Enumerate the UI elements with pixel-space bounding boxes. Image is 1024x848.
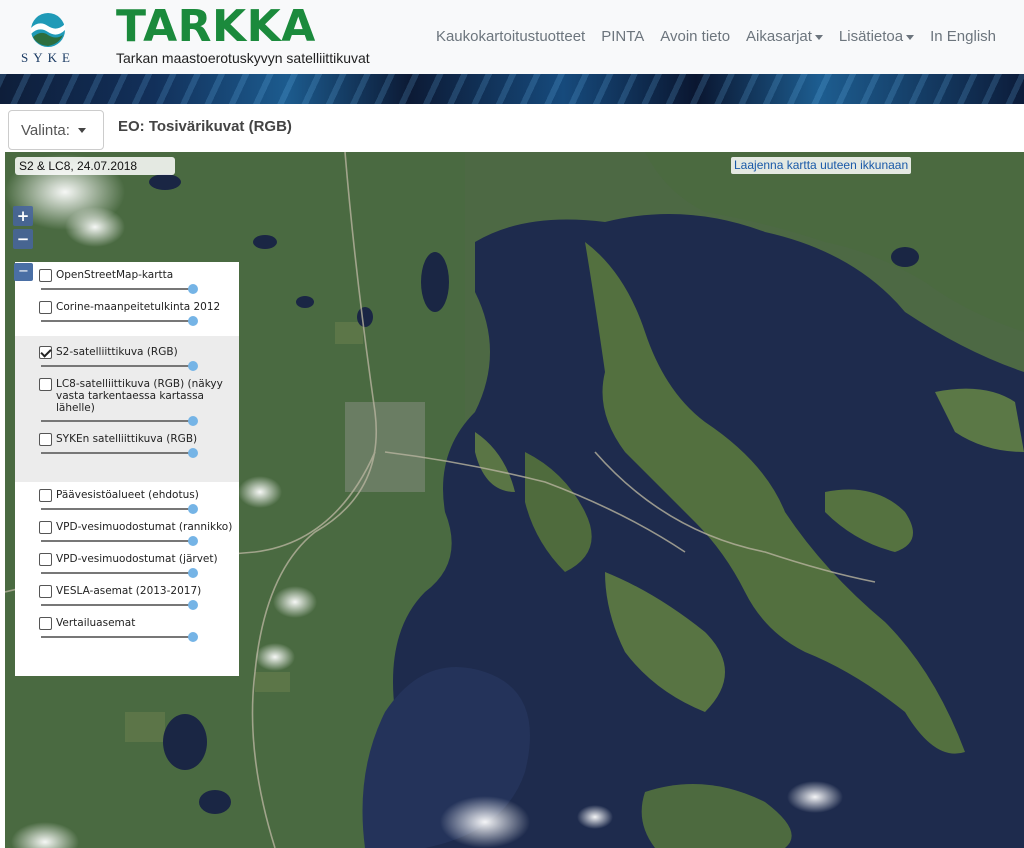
selector-bar: Valinta: EO: Tosivärikuvat (RGB) bbox=[0, 104, 1024, 152]
nav-kaukokartoitustuotteet[interactable]: Kaukokartoitustuotteet bbox=[428, 28, 593, 45]
syke-logo-text: SYKE bbox=[21, 50, 75, 65]
layer-switcher-panel: OpenStreetMap-kartta Corine-maanpeitetul… bbox=[15, 262, 239, 676]
layer-row[interactable]: S2-satelliittikuva (RGB) bbox=[39, 346, 239, 359]
layer-row[interactable]: Vertailuasemat bbox=[39, 617, 239, 630]
opacity-slider[interactable] bbox=[41, 446, 198, 460]
layer-group-water: Päävesistöalueet (ehdotus) VPD-vesimuodo… bbox=[15, 482, 239, 652]
zoom-in-button[interactable]: + bbox=[13, 206, 33, 226]
slider-track bbox=[41, 636, 193, 638]
layer-row[interactable]: Päävesistöalueet (ehdotus) bbox=[39, 489, 239, 502]
zoom-out-button[interactable]: − bbox=[13, 229, 33, 249]
layer-checkbox[interactable] bbox=[39, 489, 52, 502]
slider-thumb[interactable] bbox=[188, 568, 198, 578]
nav-aikasarjat[interactable]: Aikasarjat bbox=[738, 28, 831, 45]
slider-track bbox=[41, 540, 193, 542]
layer-row[interactable]: VPD-vesimuodostumat (rannikko) bbox=[39, 521, 239, 534]
slider-track bbox=[41, 452, 193, 454]
layer-checkbox[interactable] bbox=[39, 521, 52, 534]
layer-row[interactable]: LC8-satelliittikuva (RGB) (näkyy vasta t… bbox=[39, 378, 239, 414]
slider-track bbox=[41, 320, 193, 322]
slider-track bbox=[41, 365, 193, 367]
nav-label: In English bbox=[930, 28, 996, 45]
main-nav: Kaukokartoitustuotteet PINTA Avoin tieto… bbox=[428, 28, 1004, 45]
image-date-label: S2 & LC8, 24.07.2018 bbox=[15, 157, 175, 175]
nav-label: Kaukokartoitustuotteet bbox=[435, 28, 586, 45]
nav-in-english[interactable]: In English bbox=[922, 28, 1004, 45]
valinta-dropdown[interactable]: Valinta: bbox=[8, 110, 104, 150]
nav-pinta[interactable]: PINTA bbox=[593, 28, 652, 45]
caret-down-icon bbox=[77, 127, 86, 133]
opacity-slider[interactable] bbox=[41, 414, 198, 428]
layer-label: VESLA-asemat (2013-2017) bbox=[56, 585, 202, 597]
layer-checkbox[interactable] bbox=[39, 553, 52, 566]
layer-group-basemaps: OpenStreetMap-kartta Corine-maanpeitetul… bbox=[15, 262, 239, 336]
layer-panel-collapse-button[interactable]: − bbox=[14, 263, 33, 281]
nav-label: PINTA bbox=[601, 28, 645, 45]
layer-row[interactable]: VPD-vesimuodostumat (järvet) bbox=[39, 553, 239, 566]
brand[interactable]: TARKKA Tarkan maastoerotuskyvyn satellii… bbox=[116, 1, 370, 67]
opacity-slider[interactable] bbox=[41, 630, 198, 644]
layer-label: Corine-maanpeitetulkinta 2012 bbox=[56, 301, 221, 313]
slider-thumb[interactable] bbox=[188, 536, 198, 546]
opacity-slider[interactable] bbox=[41, 534, 198, 548]
site-subtitle: Tarkan maastoerotuskyvyn satelliittikuva… bbox=[116, 50, 370, 66]
layer-row[interactable]: VESLA-asemat (2013-2017) bbox=[39, 585, 239, 598]
opacity-slider[interactable] bbox=[41, 314, 198, 328]
slider-thumb[interactable] bbox=[188, 448, 198, 458]
opacity-slider[interactable] bbox=[41, 282, 198, 296]
layer-checkbox[interactable] bbox=[39, 301, 52, 314]
slider-track bbox=[41, 420, 193, 422]
layer-row[interactable]: SYKEn satelliittikuva (RGB) bbox=[39, 433, 239, 446]
nav-label: Lisätietoa bbox=[838, 28, 904, 45]
layer-row[interactable]: Corine-maanpeitetulkinta 2012 bbox=[39, 301, 239, 314]
layer-checkbox[interactable] bbox=[39, 585, 52, 598]
layer-checkbox[interactable] bbox=[39, 378, 52, 391]
layer-checkbox[interactable] bbox=[39, 617, 52, 630]
layer-label: Vertailuasemat bbox=[56, 617, 136, 629]
slider-track bbox=[41, 572, 193, 574]
caret-down-icon bbox=[906, 34, 915, 40]
site-title: TARKKA bbox=[116, 1, 316, 52]
slider-thumb[interactable] bbox=[188, 284, 198, 294]
layer-checkbox[interactable] bbox=[39, 269, 52, 282]
layer-checkbox-checked[interactable] bbox=[39, 346, 52, 359]
nav-avoin-tieto[interactable]: Avoin tieto bbox=[652, 28, 738, 45]
opacity-slider[interactable] bbox=[41, 598, 198, 612]
layer-group-satellite: S2-satelliittikuva (RGB) LC8-satelliitti… bbox=[15, 336, 239, 482]
slider-track bbox=[41, 604, 193, 606]
opacity-slider[interactable] bbox=[41, 502, 198, 516]
nav-lisatietoa[interactable]: Lisätietoa bbox=[831, 28, 922, 45]
layer-row[interactable]: OpenStreetMap-kartta bbox=[39, 269, 239, 282]
syke-emblem-icon bbox=[31, 13, 65, 47]
view-title: EO: Tosivärikuvat (RGB) bbox=[118, 118, 292, 135]
nav-label: Aikasarjat bbox=[746, 28, 812, 45]
caret-down-icon bbox=[814, 34, 823, 40]
slider-track bbox=[41, 288, 193, 290]
layer-label: S2-satelliittikuva (RGB) bbox=[56, 346, 178, 358]
slider-thumb[interactable] bbox=[188, 316, 198, 326]
slider-thumb[interactable] bbox=[188, 504, 198, 514]
slider-thumb[interactable] bbox=[188, 416, 198, 426]
map-viewport[interactable]: S2 & LC8, 24.07.2018 Laajenna kartta uut… bbox=[5, 152, 1024, 848]
layer-label: OpenStreetMap-kartta bbox=[56, 269, 174, 281]
nav-label: Avoin tieto bbox=[660, 28, 731, 45]
slider-thumb[interactable] bbox=[188, 632, 198, 642]
opacity-slider[interactable] bbox=[41, 359, 198, 373]
site-header: SYKE TARKKA Tarkan maastoerotuskyvyn sat… bbox=[0, 0, 1024, 74]
layer-checkbox[interactable] bbox=[39, 433, 52, 446]
layer-label: LC8-satelliittikuva (RGB) (näkyy vasta t… bbox=[56, 378, 223, 414]
slider-thumb[interactable] bbox=[188, 361, 198, 371]
header-banner-image bbox=[0, 74, 1024, 104]
expand-map-link[interactable]: Laajenna kartta uuteen ikkunaan bbox=[731, 157, 912, 174]
slider-thumb[interactable] bbox=[188, 600, 198, 610]
syke-logo[interactable]: SYKE bbox=[14, 10, 82, 66]
layer-label: Päävesistöalueet (ehdotus) bbox=[56, 489, 199, 501]
layer-label: SYKEn satelliittikuva (RGB) bbox=[56, 433, 198, 445]
opacity-slider[interactable] bbox=[41, 566, 198, 580]
slider-track bbox=[41, 508, 193, 510]
dropdown-label: Valinta: bbox=[21, 121, 70, 139]
layer-label: VPD-vesimuodostumat (järvet) bbox=[56, 553, 218, 565]
layer-label: VPD-vesimuodostumat (rannikko) bbox=[56, 521, 233, 533]
